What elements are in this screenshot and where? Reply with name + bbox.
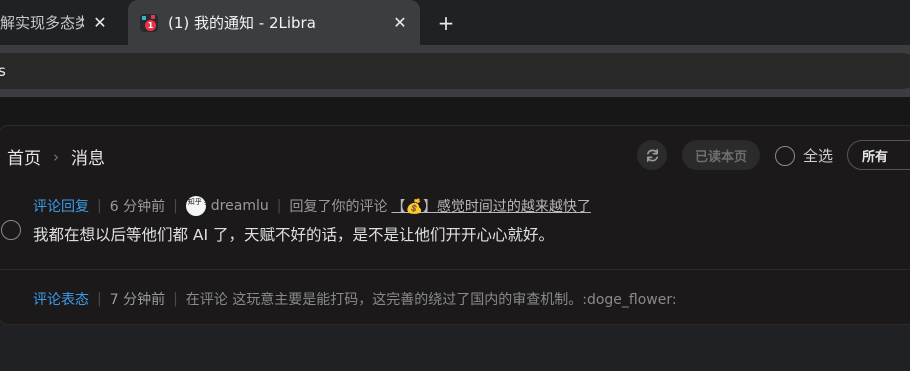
radio-icon[interactable]	[1, 220, 21, 240]
divider: |	[276, 198, 282, 214]
tab-title: 解实现多态类	[0, 14, 84, 32]
divider: |	[173, 198, 178, 214]
notification-action: 回复了你的评论	[289, 199, 388, 215]
page-content: 首页 › 消息 已读本页 全选 所有 评论回复 | 6 分钟前 | 知乎 dre…	[0, 97, 910, 325]
list-item[interactable]: 评论表态 | 7 分钟前 | 在评论 这玩意主要是能打码，这完善的绕过了国内的审…	[0, 289, 910, 371]
notifications-card: 首页 › 消息 已读本页 全选 所有 评论回复 | 6 分钟前 | 知乎 dre…	[0, 125, 910, 325]
select-all-label: 全选	[803, 147, 834, 165]
radio-icon	[775, 145, 795, 166]
filter-select-value: 所有	[862, 149, 889, 165]
address-text: s	[0, 62, 6, 80]
avatar[interactable]: 知乎 猪	[185, 196, 206, 216]
refresh-button[interactable]	[637, 140, 667, 170]
favicon-2libra-icon: 1	[140, 13, 158, 32]
refresh-icon	[646, 148, 658, 162]
close-icon[interactable]: ✕	[390, 12, 410, 32]
notification-meta: 评论表态 | 7 分钟前 | 在评论 这玩意主要是能打码，这完善的绕过了国内的审…	[33, 289, 677, 309]
notification-time: 7 分钟前	[109, 292, 166, 308]
avatar-text: 知乎 猪	[187, 198, 206, 206]
notification-action: 在评论 这玩意主要是能打码，这完善的绕过了国内的审查机制。:doge_flowe…	[185, 292, 677, 308]
divider: |	[97, 198, 102, 214]
address-bar[interactable]: s	[0, 53, 910, 89]
favicon-square-icon	[142, 15, 146, 20]
divider: |	[97, 291, 102, 307]
tab-inactive[interactable]: 解实现多态类 ✕	[0, 0, 122, 45]
notification-meta: 评论回复 | 6 分钟前 | 知乎 猪 dreamlu | 回复了你的评论 【💰…	[33, 196, 591, 216]
divider: |	[173, 291, 178, 307]
plus-icon[interactable]: +	[434, 11, 458, 35]
list-item[interactable]: 评论回复 | 6 分钟前 | 知乎 猪 dreamlu | 回复了你的评论 【💰…	[0, 188, 910, 270]
close-icon[interactable]: ✕	[90, 12, 110, 32]
notification-time: 6 分钟前	[109, 199, 166, 215]
filter-select[interactable]: 所有	[847, 140, 910, 170]
select-all-checkbox[interactable]: 全选	[775, 145, 833, 166]
user-name[interactable]: dreamlu	[211, 198, 269, 214]
browser-tab-bar: 解实现多态类 ✕ 1 (1) 我的通知 - 2Libra ✕ +	[0, 0, 910, 45]
favicon-square-icon	[151, 14, 155, 19]
notification-type[interactable]: 评论回复	[33, 196, 89, 216]
topic-link[interactable]: 【💰】感觉时间过的越来越快了	[391, 196, 590, 216]
breadcrumb: 首页 › 消息	[7, 144, 105, 170]
notification-type[interactable]: 评论表态	[33, 289, 89, 309]
mark-page-read-button[interactable]: 已读本页	[682, 140, 760, 170]
tab-title: (1) 我的通知 - 2Libra	[168, 14, 316, 32]
chevron-right-icon: ›	[53, 147, 59, 166]
breadcrumb-home[interactable]: 首页	[7, 144, 41, 169]
tab-active[interactable]: 1 (1) 我的通知 - 2Libra ✕	[128, 0, 420, 45]
notification-body: 我都在想以后等他们都 AI 了，天赋不好的话，是不是让他们开开心心就好。	[33, 226, 555, 244]
browser-toolbar: s	[0, 45, 910, 97]
notification-badge: 1	[145, 19, 156, 31]
breadcrumb-current: 消息	[71, 149, 105, 169]
